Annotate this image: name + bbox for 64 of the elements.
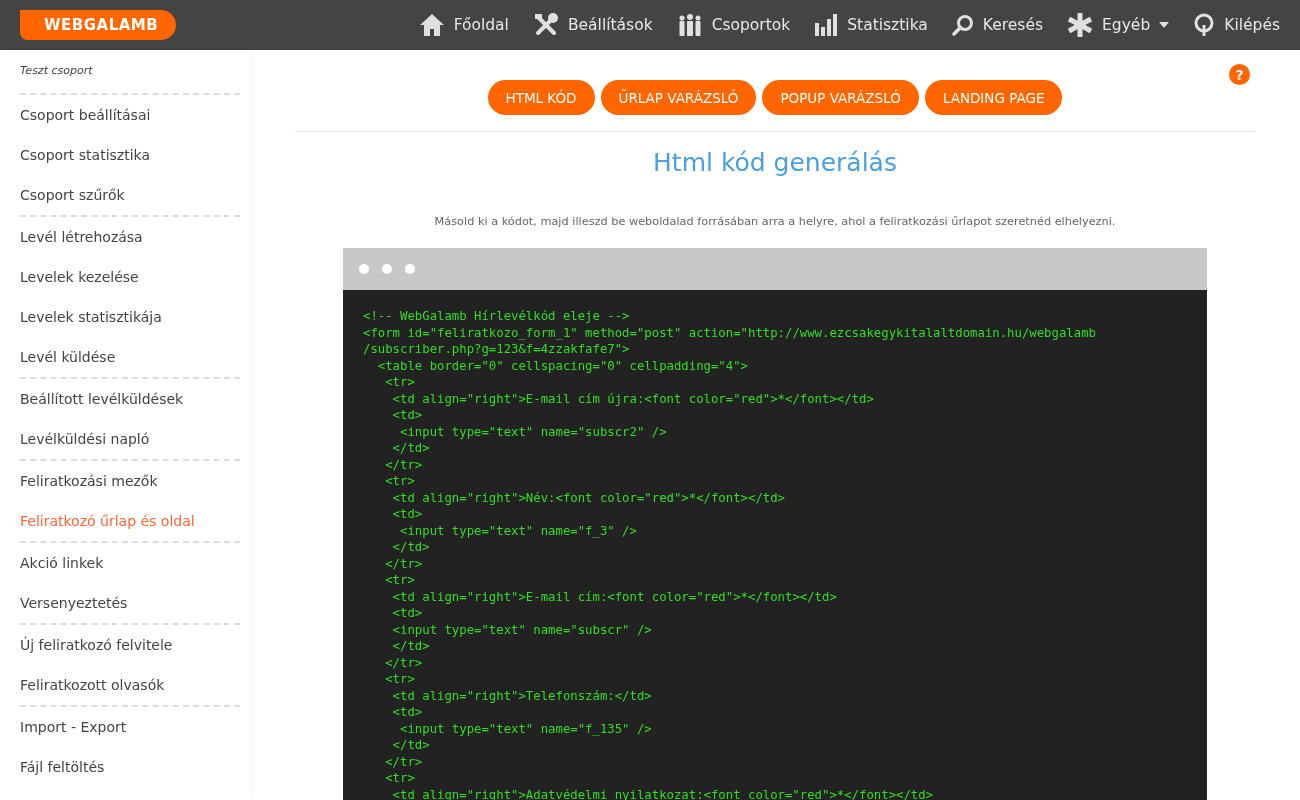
window-dot-icon — [382, 264, 392, 274]
code-line: <tr> — [384, 572, 416, 589]
window-dot-icon — [359, 264, 369, 274]
code-line: </tr> — [384, 555, 424, 572]
sidebar-item[interactable]: Levél létrehozása — [20, 217, 240, 257]
sidebar-item[interactable]: Levél küldése — [20, 337, 240, 377]
sidebar-item[interactable]: Versenyeztetés — [20, 583, 240, 623]
sidebar-item[interactable]: Levélküldési napló — [20, 419, 240, 459]
sidebar-item[interactable]: Csoport szűrők — [20, 175, 240, 215]
code-line: <input type="text" name="f_3" /> — [399, 522, 638, 539]
code-line: </tr> — [384, 753, 424, 770]
sidebar-item[interactable]: Csoport beállításai — [20, 95, 240, 135]
nav-link[interactable]: Csoportok — [676, 13, 791, 37]
code-line: <table border="0" cellspacing="0" cellpadding="4"> — [376, 357, 749, 374]
window-dot-icon — [405, 264, 415, 274]
code-line: </td> — [391, 638, 431, 655]
asterisk-icon — [1067, 12, 1094, 38]
code-line: <tr> — [384, 671, 416, 688]
code-line: </tr> — [384, 654, 424, 671]
code-line: <tr> — [384, 374, 416, 391]
nav-link[interactable]: Főoldal — [418, 13, 509, 37]
code-line: </td> — [391, 737, 431, 754]
sidebar-item[interactable]: Feliratkozott olvasók — [20, 665, 240, 705]
power-icon — [1193, 13, 1216, 37]
code-line: <td align="right">Telefonszám:</td> — [391, 687, 653, 704]
sidebar-item[interactable]: Új feliratkozó felvitele — [20, 625, 240, 665]
sidebar-item[interactable]: Import - Export — [20, 707, 240, 747]
nav-link[interactable]: Statisztika — [814, 13, 928, 37]
sidebar-item[interactable]: Levelek statisztikája — [20, 297, 240, 337]
sidebar-item[interactable]: Levelek kezelése — [20, 257, 240, 297]
code-line: <td> — [391, 407, 424, 424]
code-line: </tr> — [384, 456, 424, 473]
code-line: <tr> — [384, 473, 416, 490]
group-title: Teszt csoport — [20, 64, 94, 79]
code-line: <form id="feliratkozo_form_1" method="post" action="http://www.ezcsakegykitalaltdomain.hu/webgalamb — [363, 324, 1097, 341]
instruction-text: Másold ki a kódot, majd illeszd be weboldalad forrásában arra a helyre, ahol a feliratkozási űrlapot szeretnéd elhelyezni. — [434, 215, 1116, 228]
bar-chart-icon — [814, 13, 839, 37]
code-line: <input type="text" name="subscr2" /> — [399, 423, 668, 440]
code-line: <input type="text" name="subscr" /> — [391, 621, 653, 638]
code-line: <tr> — [384, 770, 416, 787]
sidebar-item[interactable]: Akció linkek — [20, 543, 240, 583]
code-line: <td> — [391, 605, 424, 622]
sidebar-item[interactable]: Beállított levélküldések — [20, 379, 240, 419]
sidebar-item[interactable]: Feliratkozási mezők — [20, 461, 240, 501]
code-line: <td> — [391, 704, 424, 721]
code-line: </td> — [391, 440, 431, 457]
nav-link[interactable]: Keresés — [951, 14, 1044, 36]
code-line: <td> — [391, 506, 424, 523]
code-line: <input type="text" name="f_135" /> — [399, 720, 653, 737]
page-heading: Html kód generálás — [653, 148, 897, 177]
nav-link[interactable]: Kilépés — [1193, 13, 1280, 37]
nav-link[interactable]: Egyéb — [1067, 12, 1170, 38]
code-line: <td align="right">E-mail cím:<font color="red">*</font></td> — [391, 588, 838, 605]
search-icon — [951, 14, 974, 36]
code-line: /subscriber.php?g=123&f=4zzakfafe7"> — [363, 341, 631, 358]
sidebar-item[interactable]: Fájl feltöltés — [20, 747, 240, 787]
code-line: </td> — [391, 539, 431, 556]
home-icon — [418, 13, 445, 37]
code-line: <td align="right">E-mail cím újra:<font color="red">*</font></td> — [391, 390, 875, 407]
tools-icon — [532, 12, 559, 38]
code-line: <!-- WebGalamb Hírlevélkód eleje --> — [363, 308, 631, 325]
code-line: <td align="right">Név:<font color="red">*</font></td> — [391, 489, 786, 506]
nav-link[interactable]: Beállítások — [532, 12, 653, 38]
sidebar-item[interactable]: Csoport statisztika — [20, 135, 240, 175]
